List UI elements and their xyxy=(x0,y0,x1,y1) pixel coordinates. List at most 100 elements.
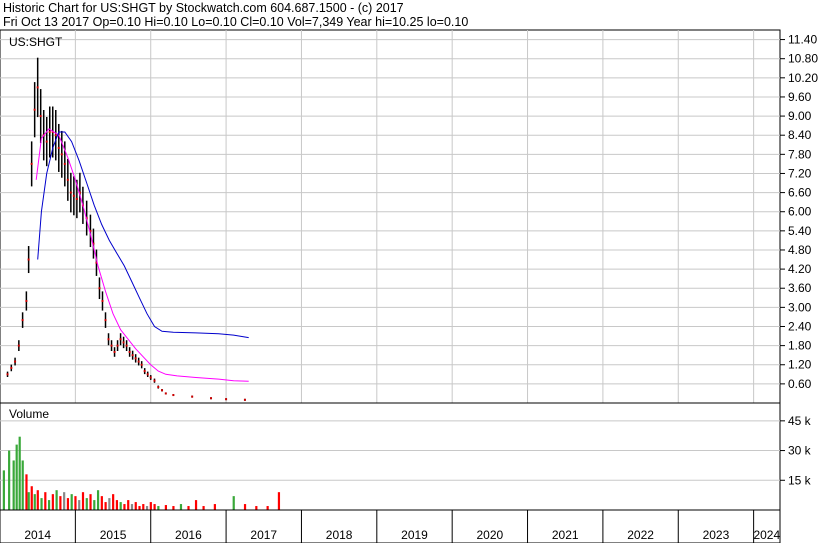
volume-bar xyxy=(66,498,70,510)
x-tick-label: 2017 xyxy=(250,528,277,542)
price-tick-label: 9.60 xyxy=(788,90,812,104)
volume-bar xyxy=(12,460,15,510)
close-mark xyxy=(30,162,33,165)
close-mark xyxy=(25,299,28,302)
volume-bar xyxy=(127,500,130,510)
close-mark xyxy=(172,394,175,397)
volume-tick-label: 45 k xyxy=(788,414,812,428)
volume-bar xyxy=(232,496,235,510)
volume-bar xyxy=(134,502,137,510)
volume-axis: 15 k 30 k 45 k xyxy=(780,414,812,487)
volume-tick-label: 30 k xyxy=(788,444,812,458)
close-mark xyxy=(69,191,72,194)
volume-bar xyxy=(40,498,43,510)
x-axis: 2014 2015 2016 2017 2018 2019 2020 2021 2022 2023… xyxy=(0,509,781,543)
close-mark xyxy=(45,140,48,143)
price-tick-label: 8.40 xyxy=(788,128,812,142)
close-mark xyxy=(48,131,51,134)
volume-bar xyxy=(59,496,62,510)
stock-chart: 0.60 1.20 1.80 2.40 3.00 3.60 4.20 4.80 5.40 6.00… xyxy=(0,29,818,543)
volume-bar xyxy=(47,500,51,510)
x-tick-label: 2020 xyxy=(477,528,504,542)
x-tick-label: 2016 xyxy=(175,528,202,542)
close-mark xyxy=(72,194,75,197)
close-mark xyxy=(14,360,17,363)
volume-bar xyxy=(149,502,152,510)
x-tick-label: 2024 xyxy=(753,528,780,542)
volume-bar xyxy=(119,502,122,510)
close-mark xyxy=(137,360,140,363)
volume-bar xyxy=(78,500,81,510)
volume-bar xyxy=(55,490,58,510)
volume-bar xyxy=(145,506,149,510)
close-mark xyxy=(161,389,164,392)
volume-bar xyxy=(108,498,111,510)
close-mark xyxy=(131,354,134,357)
x-tick-label: 2021 xyxy=(552,528,579,542)
close-mark xyxy=(153,379,156,382)
volume-bar xyxy=(70,494,73,510)
close-mark xyxy=(113,350,116,353)
volume-bar xyxy=(277,492,281,510)
x-tick-label: 2019 xyxy=(401,528,428,542)
close-mark xyxy=(39,115,42,118)
volume-bar xyxy=(123,504,126,510)
volume-bar xyxy=(112,494,115,510)
price-tick-label: 10.80 xyxy=(788,52,818,66)
close-mark xyxy=(104,319,107,322)
price-tick-label: 10.20 xyxy=(788,71,818,85)
volume-bar xyxy=(266,506,269,510)
close-mark xyxy=(164,392,167,395)
volume-bar xyxy=(115,500,119,510)
close-mark xyxy=(33,108,36,111)
price-panel-title: US:SHGT xyxy=(9,35,63,49)
close-mark xyxy=(116,344,119,347)
close-mark xyxy=(157,386,160,389)
volume-bar xyxy=(74,496,77,510)
close-mark xyxy=(27,258,30,261)
volume-bar xyxy=(243,504,247,510)
volume-bar xyxy=(96,490,100,510)
price-tick-label: 9.00 xyxy=(788,109,812,123)
volume-panel-frame xyxy=(0,402,781,511)
volume-bar xyxy=(30,486,33,510)
close-mark xyxy=(60,153,63,156)
price-tick-label: 6.60 xyxy=(788,186,812,200)
close-mark xyxy=(128,350,131,353)
volume-bar xyxy=(164,505,167,510)
price-tick-label: 3.60 xyxy=(788,281,812,295)
volume-bar xyxy=(63,492,66,510)
volume-bar xyxy=(104,502,107,510)
close-mark xyxy=(57,146,60,149)
close-mark xyxy=(107,338,110,341)
x-tick-label: 2023 xyxy=(703,528,730,542)
close-mark xyxy=(63,162,66,165)
close-mark xyxy=(66,178,69,181)
volume-bar xyxy=(21,460,24,510)
volume-bar xyxy=(33,494,36,510)
close-mark xyxy=(149,376,152,379)
price-tick-label: 5.40 xyxy=(788,224,812,238)
volume-bar xyxy=(25,474,28,510)
volume-bar xyxy=(255,506,258,510)
volume-bar xyxy=(187,506,190,510)
close-mark xyxy=(210,397,213,400)
volume-bar xyxy=(93,500,96,510)
volume-bar xyxy=(213,504,216,510)
volume-bar xyxy=(130,504,134,510)
price-tick-label: 0.60 xyxy=(788,377,812,391)
close-mark xyxy=(143,370,146,373)
volume-bar xyxy=(51,494,54,510)
volume-bar xyxy=(18,436,21,510)
volume-bar xyxy=(15,444,18,510)
volume-bar xyxy=(179,504,183,510)
close-mark xyxy=(110,344,113,347)
volume-bar xyxy=(44,492,47,510)
close-mark xyxy=(6,373,9,376)
close-mark xyxy=(21,319,24,322)
close-mark xyxy=(119,338,122,341)
price-tick-label: 6.00 xyxy=(788,205,812,219)
volume-bar xyxy=(100,496,103,510)
close-mark xyxy=(54,134,57,137)
volume-bar xyxy=(194,500,198,510)
